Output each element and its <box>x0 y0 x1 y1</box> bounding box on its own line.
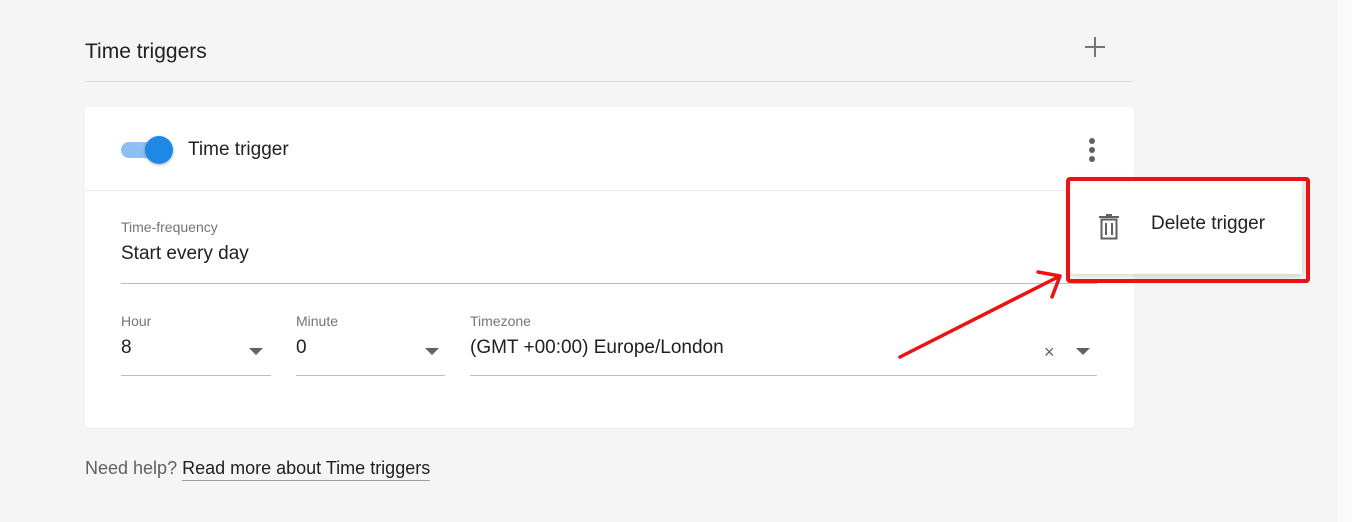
hour-underline <box>121 375 271 376</box>
trigger-title: Time trigger <box>188 139 289 160</box>
trigger-card: Time trigger Time-frequency Start every … <box>85 107 1134 428</box>
clear-icon[interactable]: × <box>1044 343 1055 361</box>
trigger-enabled-toggle[interactable] <box>121 136 177 164</box>
minute-select[interactable]: Minute 0 <box>296 313 445 379</box>
chevron-down-icon[interactable] <box>1076 348 1090 355</box>
minute-value: 0 <box>296 337 307 358</box>
delete-trigger-label: Delete trigger <box>1151 213 1266 234</box>
hour-label: Hour <box>121 313 152 329</box>
minute-label: Minute <box>296 313 339 329</box>
toggle-thumb <box>145 136 173 164</box>
hour-value: 8 <box>121 337 132 358</box>
time-frequency-select[interactable]: Time-frequency Start every day <box>121 219 1097 285</box>
card-header-divider <box>85 190 1134 191</box>
more-vertical-icon[interactable] <box>1082 135 1102 165</box>
help-text: Need help? Read more about Time triggers <box>85 458 431 481</box>
time-frequency-value: Start every day <box>121 243 249 264</box>
page-edge <box>1338 0 1352 522</box>
timezone-underline <box>470 375 1097 376</box>
trash-icon <box>1098 214 1120 240</box>
help-link[interactable]: Read more about Time triggers <box>182 458 431 481</box>
section-title: Time triggers <box>85 40 207 63</box>
hour-select[interactable]: Hour 8 <box>121 313 271 379</box>
time-frequency-label: Time-frequency <box>121 219 218 235</box>
timezone-select[interactable]: Timezone (GMT +00:00) Europe/London × <box>470 313 1097 379</box>
delete-trigger-menu-item[interactable]: Delete trigger <box>1070 181 1302 274</box>
timezone-value: (GMT +00:00) Europe/London <box>470 337 724 358</box>
timezone-label: Timezone <box>470 313 531 329</box>
minute-underline <box>296 375 445 376</box>
chevron-down-icon[interactable] <box>425 348 439 355</box>
chevron-down-icon[interactable] <box>249 348 263 355</box>
trigger-options-menu: Delete trigger <box>1070 181 1302 274</box>
time-frequency-underline <box>121 283 1097 284</box>
plus-icon[interactable] <box>1082 34 1108 60</box>
help-prefix: Need help? <box>85 458 178 478</box>
section-divider <box>85 81 1134 82</box>
